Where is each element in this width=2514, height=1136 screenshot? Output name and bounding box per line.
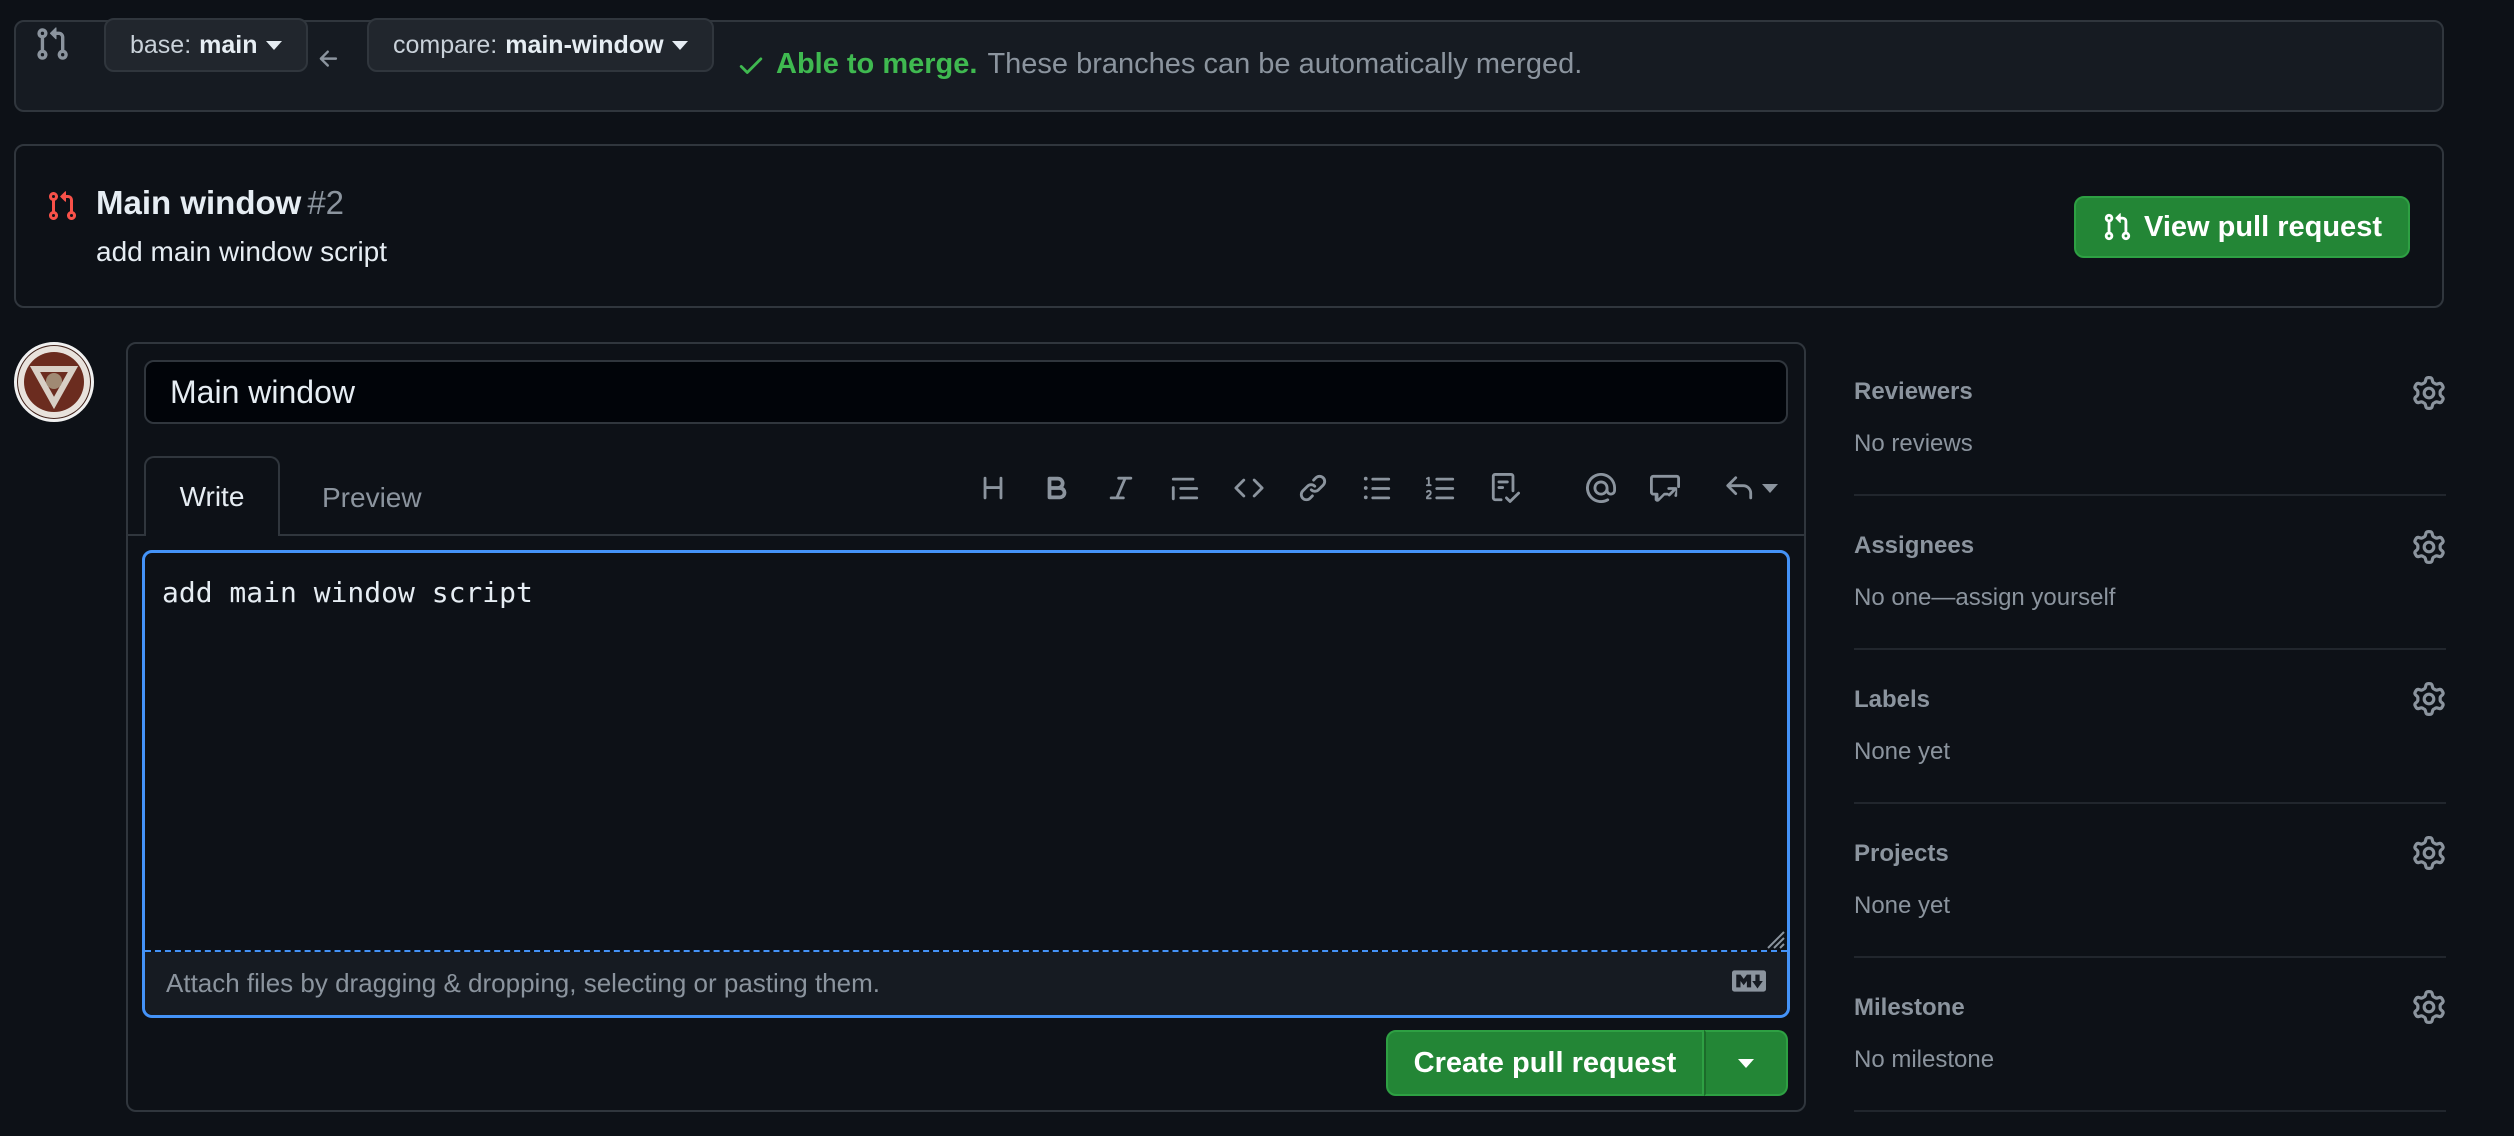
sidebar-reviewers-value: No reviews xyxy=(1854,430,1973,457)
link-icon[interactable] xyxy=(1291,468,1335,508)
base-branch-button[interactable]: base: main xyxy=(104,18,308,72)
sidebar-divider xyxy=(1854,956,2446,958)
create-pull-request-button[interactable]: Create pull request xyxy=(1386,1030,1704,1096)
bold-icon[interactable] xyxy=(1035,468,1079,508)
sidebar-assignees-title[interactable]: Assignees xyxy=(1854,532,1974,560)
gear-icon[interactable] xyxy=(2412,836,2446,870)
existing-pr-description: add main window script xyxy=(96,236,388,267)
base-prefix: base: xyxy=(130,30,192,59)
view-pull-request-label: View pull request xyxy=(2144,210,2382,243)
check-icon xyxy=(739,57,763,74)
numbered-list-icon[interactable] xyxy=(1419,468,1463,508)
reply-icon[interactable] xyxy=(1716,468,1786,508)
attach-files-text[interactable]: Attach files by dragging & dropping, sel… xyxy=(166,968,880,999)
markdown-icon[interactable] xyxy=(1732,970,1766,997)
italic-icon[interactable] xyxy=(1099,468,1143,508)
sidebar-milestone-value: No milestone xyxy=(1854,1046,1995,1073)
sidebar-labels-value: None yet xyxy=(1854,738,1951,765)
chevron-down-icon xyxy=(671,40,688,50)
mention-icon[interactable] xyxy=(1579,468,1623,508)
heading-icon[interactable] xyxy=(971,468,1015,508)
merge-status: Able to merge. These branches can be aut… xyxy=(736,48,1582,81)
sidebar-assignees-value[interactable]: No one—assign yourself xyxy=(1854,584,2115,612)
existing-pr-title-text: Main window xyxy=(96,184,302,221)
arrow-left-icon xyxy=(316,46,342,79)
description-textarea[interactable] xyxy=(142,550,1790,1018)
view-pull-request-button[interactable]: View pull request xyxy=(2074,196,2410,258)
task-list-icon[interactable] xyxy=(1483,468,1527,508)
code-icon[interactable] xyxy=(1227,468,1271,508)
existing-pr-title[interactable]: Main window #2 xyxy=(96,184,344,222)
gear-icon[interactable] xyxy=(2412,530,2446,564)
compare-prefix: compare: xyxy=(393,30,498,59)
pull-request-icon xyxy=(2104,213,2131,241)
merge-ok-text: Able to merge. xyxy=(776,48,978,80)
sidebar-divider xyxy=(1854,1110,2446,1112)
sidebar-reviewers-title[interactable]: Reviewers xyxy=(1854,378,1973,406)
reference-icon[interactable] xyxy=(1643,468,1687,508)
compare-branch-name: main-window xyxy=(505,30,664,59)
sidebar-labels-title[interactable]: Labels xyxy=(1854,686,1930,714)
tab-write[interactable]: Write xyxy=(144,456,280,536)
gear-icon[interactable] xyxy=(2412,682,2446,716)
existing-pr-number: #2 xyxy=(307,184,345,221)
gear-icon[interactable] xyxy=(2412,376,2446,410)
compare-arrows-icon xyxy=(34,26,70,62)
tab-divider xyxy=(128,534,1804,536)
title-input[interactable] xyxy=(144,360,1788,424)
sidebar-divider xyxy=(1854,494,2446,496)
gear-icon[interactable] xyxy=(2412,990,2446,1024)
quote-icon[interactable] xyxy=(1163,468,1207,508)
sidebar-projects-title[interactable]: Projects xyxy=(1854,840,1949,868)
compare-branch-button[interactable]: compare: main-window xyxy=(367,18,714,72)
sidebar-divider xyxy=(1854,648,2446,650)
sidebar-projects-value: None yet xyxy=(1854,892,1951,919)
chevron-down-icon xyxy=(265,40,282,50)
chevron-down-icon xyxy=(1762,483,1778,493)
pull-request-icon xyxy=(46,190,78,227)
avatar[interactable] xyxy=(14,342,94,422)
bulleted-list-icon[interactable] xyxy=(1355,468,1399,508)
sidebar-milestone-title[interactable]: Milestone xyxy=(1854,994,1965,1022)
base-branch-name: main xyxy=(199,30,258,59)
merge-message: These branches can be automatically merg… xyxy=(987,48,1583,80)
create-options-dropdown[interactable] xyxy=(1704,1030,1788,1096)
description-text[interactable]: add main window script xyxy=(162,576,533,609)
tab-preview[interactable]: Preview xyxy=(296,476,448,520)
sidebar-divider xyxy=(1854,802,2446,804)
attach-divider xyxy=(145,950,1787,952)
chevron-down-icon xyxy=(1738,1058,1754,1068)
